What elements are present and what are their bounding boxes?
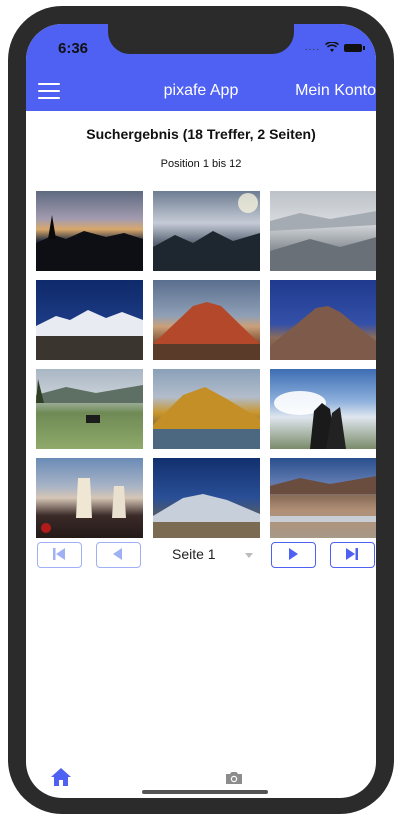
status-time: 6:36 xyxy=(58,40,89,57)
account-link[interactable]: Mein Konto xyxy=(295,82,376,100)
photo-image xyxy=(153,494,260,538)
camera-tab[interactable] xyxy=(224,770,244,791)
photo-image xyxy=(274,391,346,449)
photo-thumbnail[interactable] xyxy=(153,458,260,538)
signal-indicator: .... xyxy=(304,42,320,53)
photo-image xyxy=(153,302,260,360)
chevron-down-icon[interactable] xyxy=(245,553,253,558)
device-notch xyxy=(108,24,294,54)
battery-icon xyxy=(344,43,365,52)
photo-image xyxy=(270,306,376,360)
wifi-icon xyxy=(325,42,339,52)
photo-thumbnail[interactable] xyxy=(153,369,260,449)
photo-thumbnail[interactable] xyxy=(36,458,143,538)
search-result-title: Suchergebnis (18 Treffer, 2 Seiten) xyxy=(86,126,316,142)
photo-thumbnail[interactable] xyxy=(270,191,376,271)
photo-image xyxy=(270,211,376,271)
photo-thumbnail[interactable] xyxy=(36,369,143,449)
app-header: 6:36 .... pixafe App Mein Konto xyxy=(26,24,376,111)
photo-image xyxy=(36,215,143,271)
photo-thumbnail[interactable] xyxy=(36,280,143,360)
photo-image xyxy=(153,387,260,449)
app-screen: 6:36 .... pixafe App Mein Konto Sucherge… xyxy=(26,24,376,798)
home-tab[interactable] xyxy=(50,767,72,792)
photo-grid xyxy=(36,191,376,538)
photo-thumbnail[interactable] xyxy=(270,369,376,449)
pagination: Seite 1 xyxy=(37,542,375,568)
photo-image xyxy=(36,379,143,423)
result-position: Position 1 bis 12 xyxy=(160,158,242,170)
home-indicator xyxy=(142,790,268,794)
photo-thumbnail[interactable] xyxy=(270,280,376,360)
photo-image xyxy=(270,476,376,522)
camera-icon xyxy=(226,772,242,784)
status-icons: .... xyxy=(304,42,365,53)
last-page-icon xyxy=(346,548,358,560)
next-page-button[interactable] xyxy=(271,542,316,568)
photo-thumbnail[interactable] xyxy=(36,191,143,271)
photo-thumbnail[interactable] xyxy=(270,458,376,538)
previous-page-icon xyxy=(113,548,122,560)
photo-thumbnail[interactable] xyxy=(153,191,260,271)
photo-image xyxy=(153,193,260,271)
page-select[interactable]: Seite 1 xyxy=(172,546,216,562)
photo-image xyxy=(41,478,126,533)
first-page-icon xyxy=(53,548,65,560)
photo-image xyxy=(36,310,143,360)
photo-thumbnail[interactable] xyxy=(153,280,260,360)
last-page-button[interactable] xyxy=(330,542,375,568)
home-icon xyxy=(51,768,71,786)
first-page-button[interactable] xyxy=(37,542,82,568)
previous-page-button[interactable] xyxy=(96,542,141,568)
next-page-icon xyxy=(289,548,298,560)
